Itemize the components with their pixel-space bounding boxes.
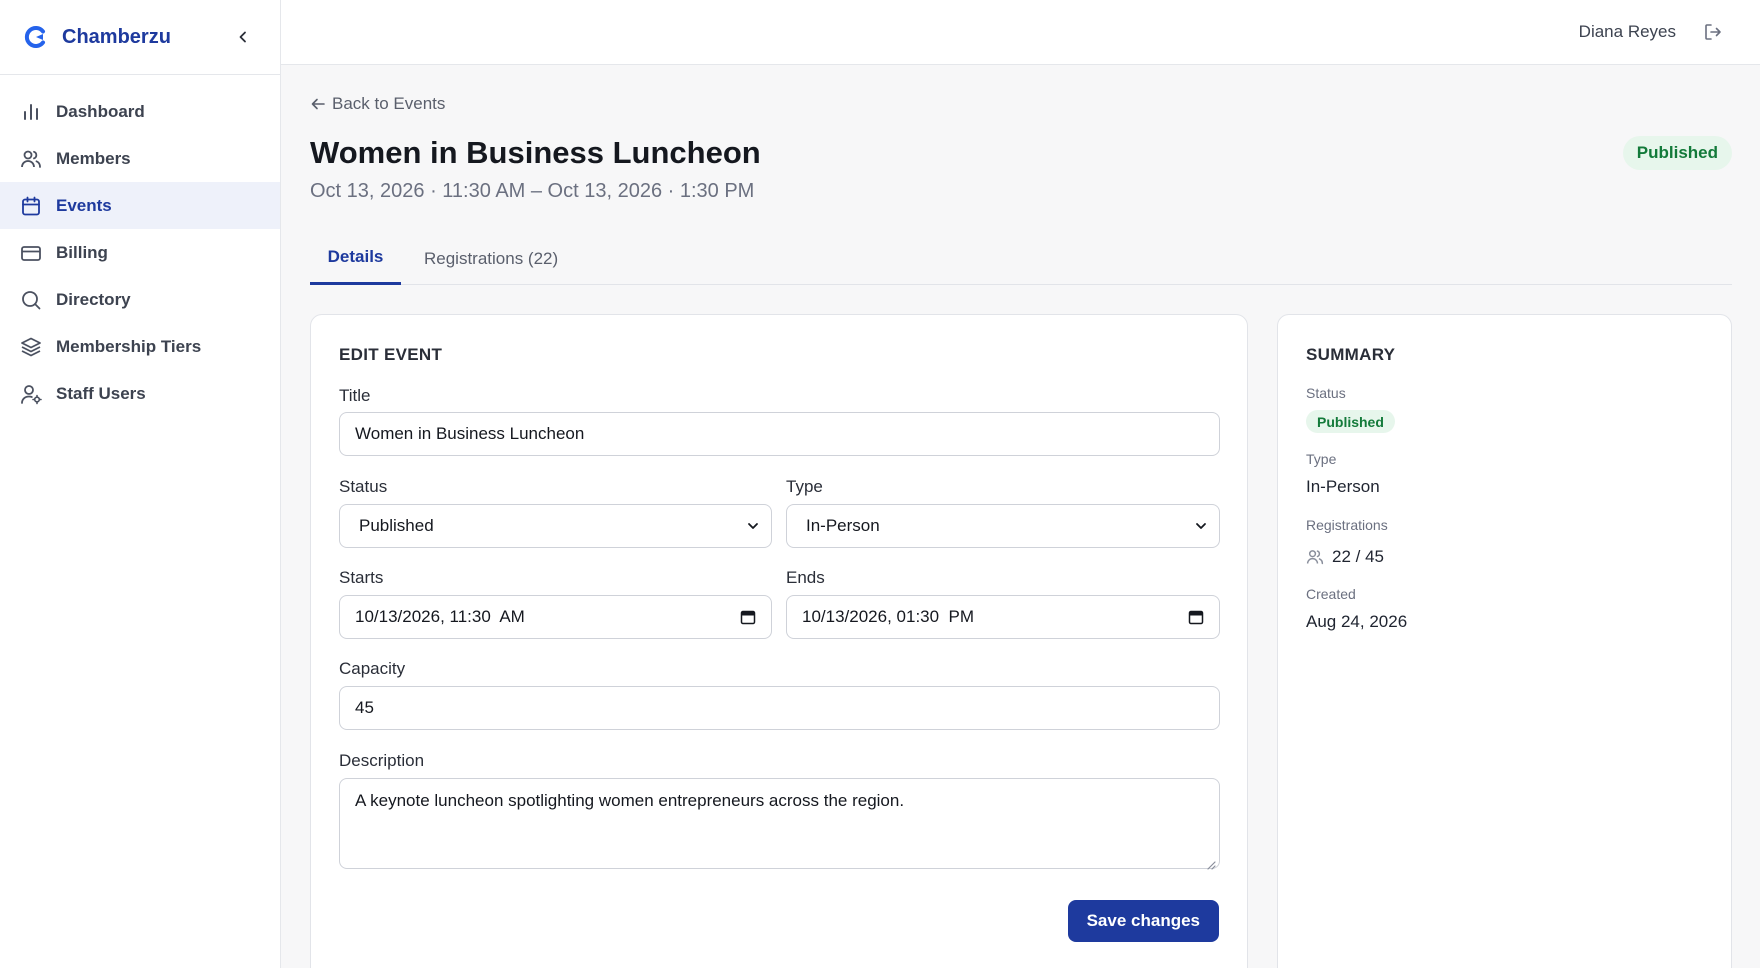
edit-event-card: EDIT EVENT Title Women in Business Lunch… [310, 314, 1248, 968]
page-title: Women in Business Luncheon [310, 135, 761, 170]
chevron-left-icon [239, 31, 246, 43]
capacity-label: Capacity [339, 659, 406, 678]
starts-label: Starts [339, 568, 384, 587]
description-label: Description [339, 751, 425, 770]
summary-registrations-value: 22 / 45 [1332, 547, 1384, 566]
ends-value: 10/13/2026, 01:30 PM [802, 607, 975, 626]
sidebar-item-label: Membership Tiers [56, 336, 202, 356]
user-name[interactable]: Diana Reyes [1579, 22, 1676, 42]
status-label: Status [339, 477, 388, 496]
status-select[interactable]: Published [339, 504, 772, 548]
user-cog-icon [20, 383, 42, 405]
summary-type-label: Type [1306, 451, 1337, 467]
starts-value: 10/13/2026, 11:30 AM [355, 607, 525, 626]
sidebar-item-directory[interactable]: Directory [0, 276, 280, 323]
event-datetime: Oct 13, 2026 · 11:30 AM – Oct 13, 2026 ·… [310, 180, 755, 202]
description-value: A keynote luncheon spotlighting women en… [355, 791, 905, 810]
type-select[interactable]: In-Person [786, 504, 1220, 548]
sidebar-item-events[interactable]: Events [0, 182, 280, 229]
collapse-sidebar-button[interactable] [232, 26, 254, 48]
sidebar-item-label: Dashboard [56, 101, 145, 121]
sidebar-item-label: Directory [56, 289, 131, 309]
summary-registrations-row: 22 / 45 [1306, 547, 1384, 567]
summary-status-badge: Published [1306, 410, 1395, 433]
summary-status-label: Status [1306, 385, 1346, 401]
topbar: Diana Reyes [281, 0, 1760, 65]
back-to-events-link[interactable]: Back to Events [310, 94, 445, 114]
bar-chart-icon [20, 101, 42, 123]
arrow-left-icon [310, 96, 326, 112]
logout-button[interactable] [1702, 21, 1724, 43]
edit-event-heading: EDIT EVENT [339, 345, 443, 364]
summary-heading: SUMMARY [1306, 345, 1396, 364]
type-label: Type [786, 477, 823, 496]
sidebar-item-billing[interactable]: Billing [0, 229, 280, 276]
brand-name[interactable]: Chamberzu [62, 26, 171, 49]
resize-handle-icon[interactable] [1206, 855, 1216, 870]
title-input[interactable]: Women in Business Luncheon [339, 412, 1220, 456]
description-textarea[interactable]: A keynote luncheon spotlighting women en… [339, 778, 1220, 870]
users-icon [20, 148, 42, 170]
sidebar-nav: Dashboard Members Events Billing Directo… [0, 75, 280, 417]
tabs: Details Registrations (22) [310, 232, 1732, 285]
save-changes-button[interactable]: Save changes [1067, 900, 1219, 942]
users-icon [1306, 548, 1324, 566]
status-badge: Published [1622, 136, 1732, 170]
credit-card-icon [20, 242, 42, 264]
back-label: Back to Events [332, 94, 446, 113]
layers-icon [20, 336, 42, 358]
starts-datetime-input[interactable]: 10/13/2026, 11:30 AM [339, 595, 772, 639]
sidebar-item-label: Members [56, 148, 131, 168]
search-icon [20, 289, 42, 311]
sidebar-item-label: Events [56, 195, 112, 215]
tab-details[interactable]: Details [310, 232, 401, 285]
sidebar-item-membership-tiers[interactable]: Membership Tiers [0, 323, 280, 370]
sidebar-item-staff-users[interactable]: Staff Users [0, 370, 280, 417]
chevron-down-icon [1193, 518, 1209, 534]
sidebar-item-label: Staff Users [56, 383, 146, 403]
sidebar-item-label: Billing [56, 242, 108, 262]
tab-registrations[interactable]: Registrations (22) [424, 232, 558, 285]
calendar-picker-icon[interactable] [1187, 608, 1205, 626]
sidebar: Chamberzu Dashboard Members Events Billi… [0, 0, 281, 968]
chamberzu-logo-icon[interactable] [24, 25, 48, 49]
sidebar-item-dashboard[interactable]: Dashboard [0, 88, 280, 135]
ends-label: Ends [786, 568, 825, 587]
chevron-down-icon [745, 518, 761, 534]
summary-created-label: Created [1306, 586, 1356, 602]
brand: Chamberzu [0, 0, 280, 75]
summary-card: SUMMARY Status Published Type In-Person … [1277, 314, 1732, 968]
ends-datetime-input[interactable]: 10/13/2026, 01:30 PM [786, 595, 1220, 639]
summary-registrations-label: Registrations [1306, 517, 1388, 533]
summary-type-value: In-Person [1306, 477, 1380, 496]
title-label: Title [339, 386, 371, 405]
calendar-picker-icon[interactable] [739, 608, 757, 626]
status-select-value: Published [359, 516, 434, 535]
sidebar-item-members[interactable]: Members [0, 135, 280, 182]
type-select-value: In-Person [806, 516, 880, 535]
summary-created-value: Aug 24, 2026 [1306, 612, 1408, 631]
calendar-icon [20, 195, 42, 217]
capacity-input[interactable]: 45 [339, 686, 1220, 730]
logout-icon [1705, 24, 1721, 40]
